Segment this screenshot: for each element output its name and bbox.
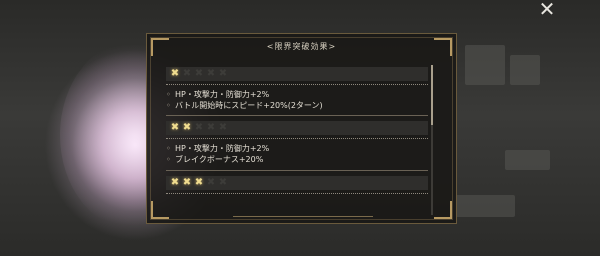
star-rank-bar: ✖ ✖ ✖ ✖ ✖ [166,67,428,81]
corner-ornament [151,201,169,219]
effect-text: バトル開始時にスピード+20%(2ターン) [166,100,428,111]
limit-break-section-1: ✖ ✖ ✖ ✖ ✖ HP・攻撃力・防御力+2% バトル開始時にスピード+20%(… [166,67,428,111]
star-icon: ✖ [182,177,192,188]
star-icon: ✖ [206,122,216,133]
star-icon: ✖ [218,122,228,133]
scrollbar-thumb[interactable] [431,65,433,125]
effect-text: HP・攻撃力・防御力+2% [166,89,428,100]
panel-title: <限界突破効果> [266,42,337,51]
star-rank-bar: ✖ ✖ ✖ ✖ ✖ [166,176,428,190]
section-separator [166,170,428,171]
close-icon[interactable]: ✕ [538,0,556,19]
limit-break-panel: <限界突破効果> ✖ ✖ ✖ ✖ ✖ HP・攻撃力・防御力+2% バトル開始時に… [146,33,457,224]
corner-ornament [434,201,452,219]
star-icon: ✖ [170,177,180,188]
effect-text: HP・攻撃力・防御力+2% [166,143,428,154]
divider [166,193,428,194]
star-icon: ✖ [194,122,204,133]
background-panel [465,45,505,85]
star-icon: ✖ [170,68,180,79]
scrollbar[interactable] [431,65,433,215]
limit-break-section-3: ✖ ✖ ✖ ✖ ✖ [166,176,428,194]
effect-text: ブレイクボーナス+20% [166,154,428,165]
divider [166,138,428,139]
limit-break-section-2: ✖ ✖ ✖ ✖ ✖ HP・攻撃力・防御力+2% ブレイクボーナス+20% [166,121,428,165]
star-icon: ✖ [206,68,216,79]
star-icon: ✖ [218,177,228,188]
section-separator [166,115,428,116]
divider [166,84,428,85]
background-panel [455,195,515,217]
star-icon: ✖ [170,122,180,133]
background-panel [510,55,540,85]
bottom-ornament [233,216,373,217]
star-icon: ✖ [182,122,192,133]
background-panel [505,150,550,170]
star-icon: ✖ [218,68,228,79]
star-icon: ✖ [194,177,204,188]
star-icon: ✖ [194,68,204,79]
star-icon: ✖ [182,68,192,79]
star-rank-bar: ✖ ✖ ✖ ✖ ✖ [166,121,428,135]
star-icon: ✖ [206,177,216,188]
game-screen: ✕ <限界突破効果> ✖ ✖ ✖ ✖ ✖ HP・攻撃力・防御力+2% バトル開始… [0,0,600,256]
